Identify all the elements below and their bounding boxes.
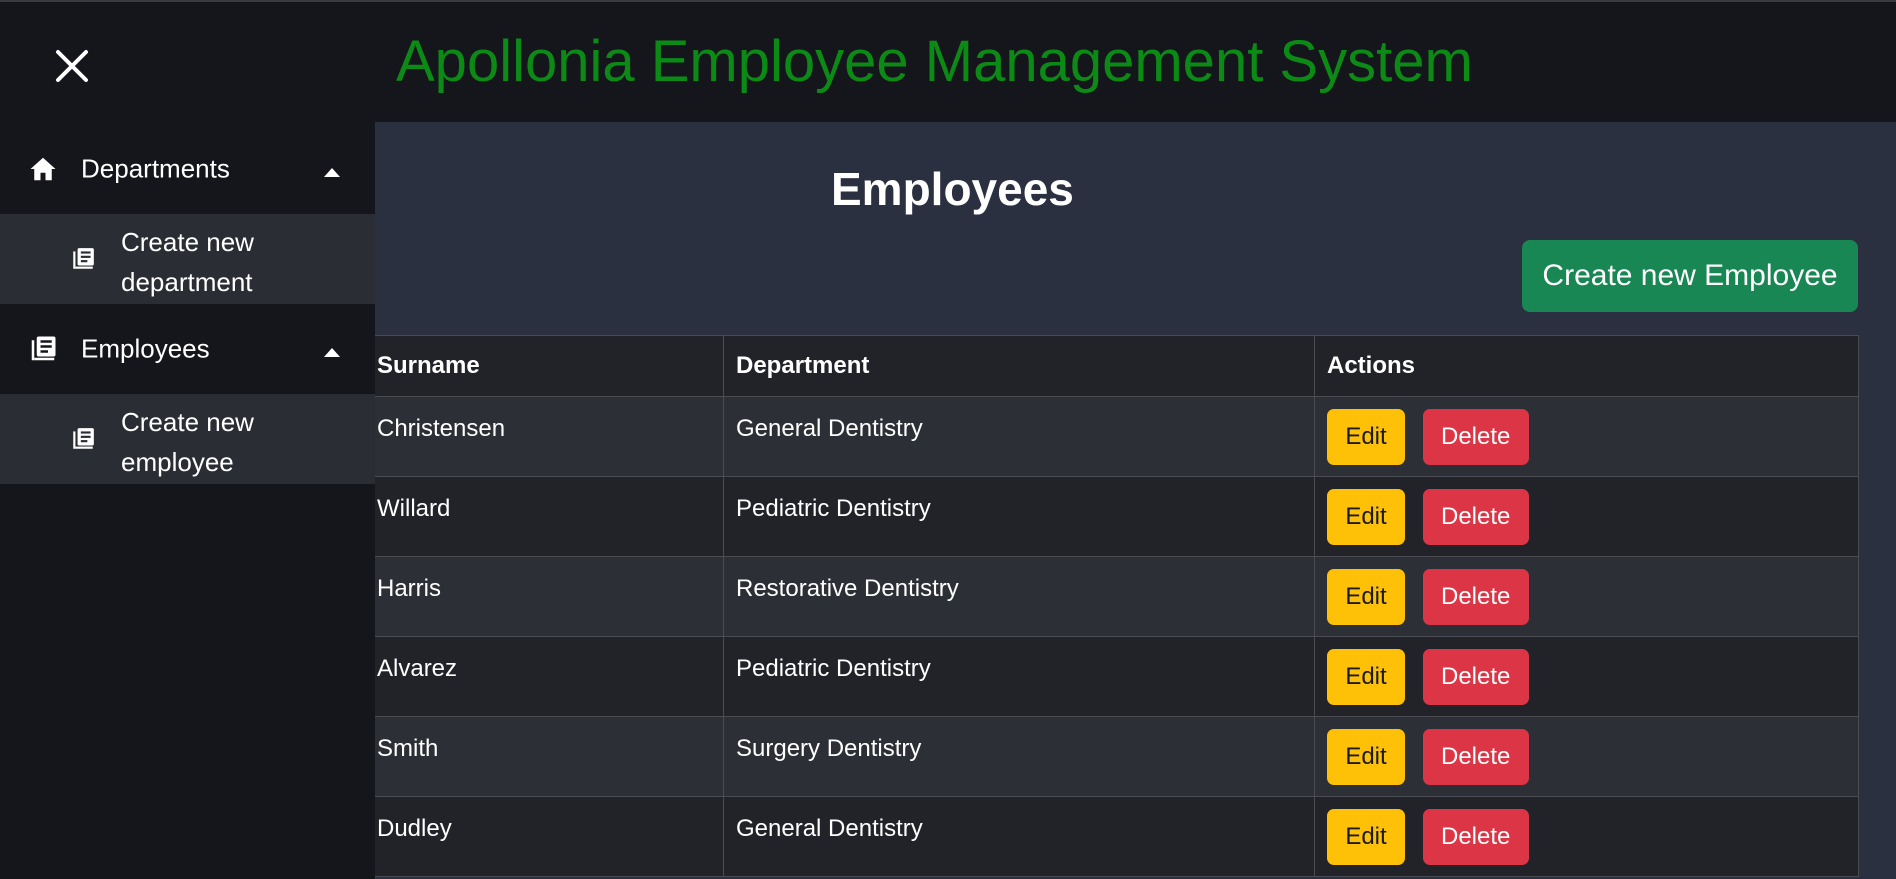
header-actions: Actions	[1314, 335, 1859, 397]
surname-cell: Alvarez	[375, 636, 724, 717]
delete-button[interactable]: Delete	[1422, 409, 1529, 465]
table-row: Dudley General Dentistry Edit Delete	[375, 796, 1859, 877]
sidebar-item-label: Employees	[81, 333, 210, 364]
surname-cell: Christensen	[375, 396, 724, 477]
create-employee-button[interactable]: Create new Employee	[1522, 240, 1858, 312]
caret-up-icon	[324, 164, 340, 177]
edit-button[interactable]: Edit	[1327, 489, 1405, 545]
department-cell: Surgery Dentistry	[723, 716, 1315, 797]
main-content: Employees Create new Employee Surname De…	[375, 122, 1896, 879]
surname-cell: Willard	[375, 476, 724, 557]
actions-cell: Edit Delete	[1314, 716, 1859, 797]
header-surname: Surname	[375, 335, 724, 397]
actions-cell: Edit Delete	[1314, 636, 1859, 717]
sidebar-item-create-employee[interactable]: Create new employee	[0, 394, 375, 484]
table-row: Christensen General Dentistry Edit Delet…	[375, 396, 1859, 477]
edit-button[interactable]: Edit	[1327, 409, 1405, 465]
edit-button[interactable]: Edit	[1327, 649, 1405, 705]
department-cell: General Dentistry	[723, 796, 1315, 877]
caret-up-icon	[324, 344, 340, 357]
table-row: Smith Surgery Dentistry Edit Delete	[375, 716, 1859, 797]
list-icon	[28, 334, 58, 364]
department-cell: Restorative Dentistry	[723, 556, 1315, 637]
actions-cell: Edit Delete	[1314, 476, 1859, 557]
home-icon	[28, 154, 58, 184]
surname-cell: Smith	[375, 716, 724, 797]
sidebar-item-label: Departments	[81, 153, 230, 184]
edit-button[interactable]: Edit	[1327, 809, 1405, 865]
page-title: Employees	[831, 163, 1074, 215]
sidebar-item-create-department[interactable]: Create new department	[0, 214, 375, 304]
sidebar: Departments Create new department Employ…	[0, 2, 375, 879]
actions-cell: Edit Delete	[1314, 796, 1859, 877]
department-cell: Pediatric Dentistry	[723, 476, 1315, 557]
department-cell: General Dentistry	[723, 396, 1315, 477]
actions-cell: Edit Delete	[1314, 556, 1859, 637]
table-row: Harris Restorative Dentistry Edit Delete	[375, 556, 1859, 637]
delete-button[interactable]: Delete	[1422, 809, 1529, 865]
delete-button[interactable]: Delete	[1422, 569, 1529, 625]
list-icon	[70, 426, 96, 452]
delete-button[interactable]: Delete	[1422, 649, 1529, 705]
surname-cell: Dudley	[375, 796, 724, 877]
edit-button[interactable]: Edit	[1327, 729, 1405, 785]
app-title: Apollonia Employee Management System	[396, 29, 1473, 94]
header-department: Department	[723, 335, 1315, 397]
table-row: Willard Pediatric Dentistry Edit Delete	[375, 476, 1859, 557]
actions-cell: Edit Delete	[1314, 396, 1859, 477]
sidebar-item-departments[interactable]: Departments	[0, 124, 375, 214]
edit-button[interactable]: Edit	[1327, 569, 1405, 625]
delete-button[interactable]: Delete	[1422, 729, 1529, 785]
department-cell: Pediatric Dentistry	[723, 636, 1315, 717]
employees-table: Surname Department Actions Christensen G…	[375, 335, 1859, 877]
surname-cell: Harris	[375, 556, 724, 637]
table-row: Alvarez Pediatric Dentistry Edit Delete	[375, 636, 1859, 717]
sidebar-sub-item-label: Create new department	[121, 227, 254, 297]
close-icon[interactable]	[52, 46, 92, 86]
table-header-row: Surname Department Actions	[375, 335, 1859, 397]
list-icon	[70, 246, 96, 272]
sidebar-sub-item-label: Create new employee	[121, 407, 254, 477]
delete-button[interactable]: Delete	[1422, 489, 1529, 545]
sidebar-item-employees[interactable]: Employees	[0, 304, 375, 394]
